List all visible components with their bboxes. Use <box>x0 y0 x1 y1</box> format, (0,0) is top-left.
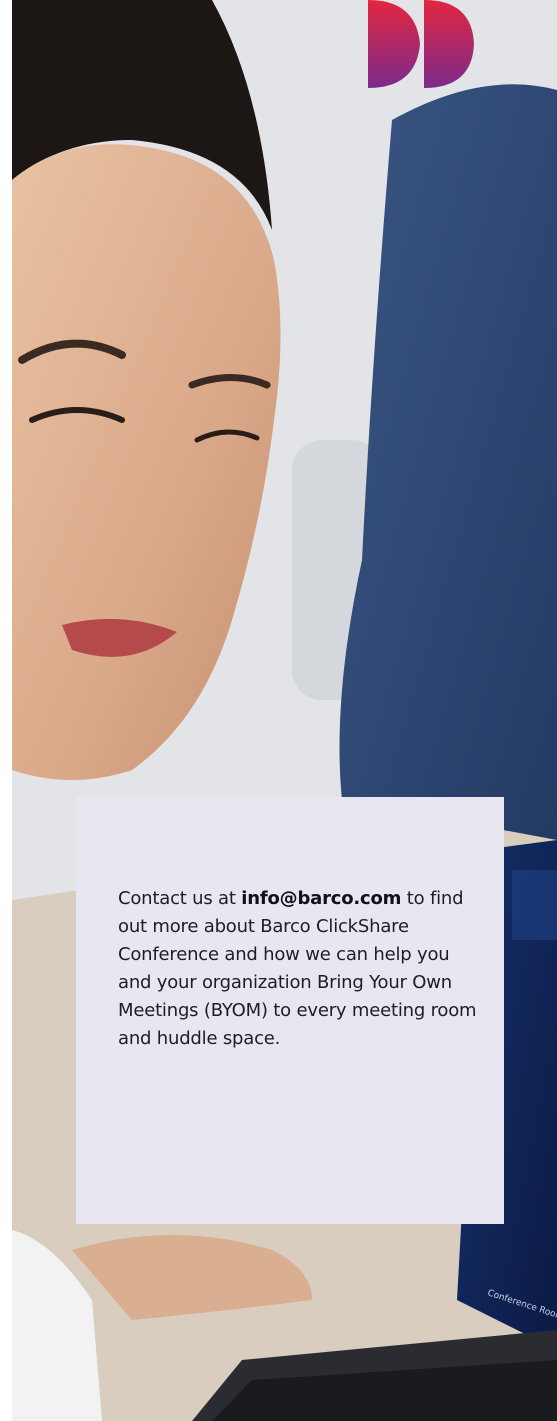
contact-email-link[interactable]: info@barco.com <box>241 888 401 909</box>
contact-lead-text: Contact us at <box>118 888 242 909</box>
contact-body-text: to find out more about Barco ClickShare … <box>118 888 477 1049</box>
contact-paragraph: Contact us at info@barco.com to find out… <box>118 885 478 1053</box>
brand-logo <box>366 0 476 90</box>
page-margin <box>0 0 12 1421</box>
contact-card: Contact us at info@barco.com to find out… <box>76 797 504 1224</box>
brochure-page: Conference Room 1 Contact us at info@bar… <box>0 0 557 1421</box>
